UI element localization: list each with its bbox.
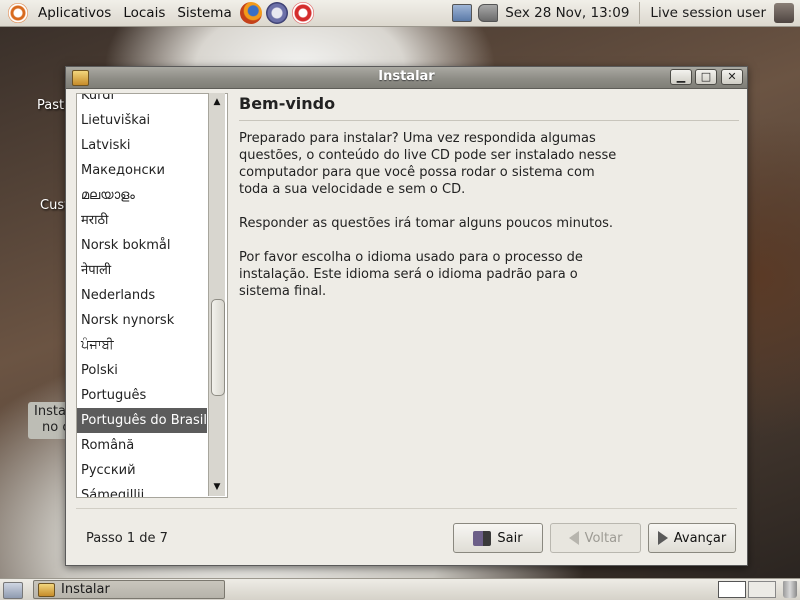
bottom-panel: Instalar [0,578,800,600]
language-item[interactable]: Polski [77,358,207,383]
menu-locais[interactable]: Locais [119,5,169,21]
language-item[interactable]: Русский [77,458,207,483]
time-paragraph: Responder as questões irá tomar alguns p… [239,216,614,231]
forward-button-label: Avançar [673,530,727,546]
show-desktop-icon[interactable] [3,582,23,599]
footer-divider [76,508,737,509]
language-list-scrollbar[interactable]: ▲ ▼ [208,93,225,496]
language-item[interactable]: Română [77,433,207,458]
ubuntu-logo-icon[interactable] [8,3,28,23]
help-icon[interactable] [291,2,314,24]
language-item[interactable]: Lietuviškai [77,108,207,133]
language-item[interactable]: Português [77,383,207,408]
heading-divider [239,120,739,121]
workspace-1[interactable] [718,581,746,598]
language-item[interactable]: Latviski [77,133,207,158]
menu-aplicativos[interactable]: Aplicativos [34,5,115,21]
mail-icon[interactable] [265,2,288,24]
forward-button[interactable]: Avançar [648,523,736,553]
volume-icon[interactable] [478,4,499,22]
taskbar-button-label: Instalar [61,582,110,597]
window-title: Instalar [378,69,435,84]
top-panel: Aplicativos Locais Sistema Sex 28 Nov, 1… [0,0,800,27]
language-item[interactable]: Norsk bokmål [77,233,207,258]
quit-button-label: Sair [497,530,523,546]
firefox-icon[interactable] [239,2,262,24]
minimize-button[interactable]: ▁ [670,69,692,85]
back-arrow-icon [568,531,579,545]
shutdown-icon[interactable] [774,3,794,23]
language-item[interactable]: ਪੰਜਾਬੀ [77,333,207,358]
welcome-heading: Bem-vindo [239,94,336,113]
menu-sistema[interactable]: Sistema [173,5,235,21]
desktop-icon-label-past[interactable]: Past [37,98,64,113]
trash-icon[interactable] [783,581,797,598]
language-paragraph: Por favor escolha o idioma usado para o … [239,250,583,299]
language-item[interactable]: Norsk nynorsk [77,308,207,333]
user-label[interactable]: Live session user [642,5,774,21]
scroll-up-arrow-icon[interactable]: ▲ [209,95,225,109]
network-icon[interactable] [452,4,473,22]
close-button[interactable]: ✕ [721,69,743,85]
language-list[interactable]: Kurdî Lietuviškai Latviski Македонски മലയാളം… [76,93,228,498]
window-titlebar[interactable]: Instalar ▁ □ ✕ [66,67,747,89]
language-list-items: Kurdî Lietuviškai Latviski Македонски മലയാളം… [77,94,207,497]
panel-separator [639,2,641,24]
intro-paragraph: Preparado para instalar? Uma vez respond… [239,131,617,197]
scrollbar-thumb[interactable] [211,299,225,396]
language-item[interactable]: മലയാളം [77,183,207,208]
installer-icon [38,582,55,597]
back-button[interactable]: Voltar [550,523,641,553]
exit-icon [473,530,492,546]
language-item[interactable]: Kurdî [77,94,207,108]
language-item[interactable]: Македонски [77,158,207,183]
language-item[interactable]: नेपाली [77,258,207,283]
language-item[interactable]: Português do Brasil [77,408,207,433]
back-button-label: Voltar [584,530,623,546]
maximize-button[interactable]: □ [695,69,717,85]
clock[interactable]: Sex 28 Nov, 13:09 [501,5,637,21]
installer-window: Instalar ▁ □ ✕ Kurdî Lietuviškai Latviski М… [65,66,748,566]
welcome-content: Bem-vindo Preparado para instalar? Uma v… [239,94,739,317]
language-item[interactable]: Sámegillii [77,483,207,497]
workspace-2[interactable] [748,581,776,598]
language-item[interactable]: मराठी [77,208,207,233]
step-indicator: Passo 1 de 7 [86,531,168,546]
language-item[interactable]: Nederlands [77,283,207,308]
quit-button[interactable]: Sair [453,523,543,553]
forward-arrow-icon [657,531,668,545]
scroll-down-arrow-icon[interactable]: ▼ [209,480,225,494]
taskbar-button-instalar[interactable]: Instalar [33,580,225,599]
